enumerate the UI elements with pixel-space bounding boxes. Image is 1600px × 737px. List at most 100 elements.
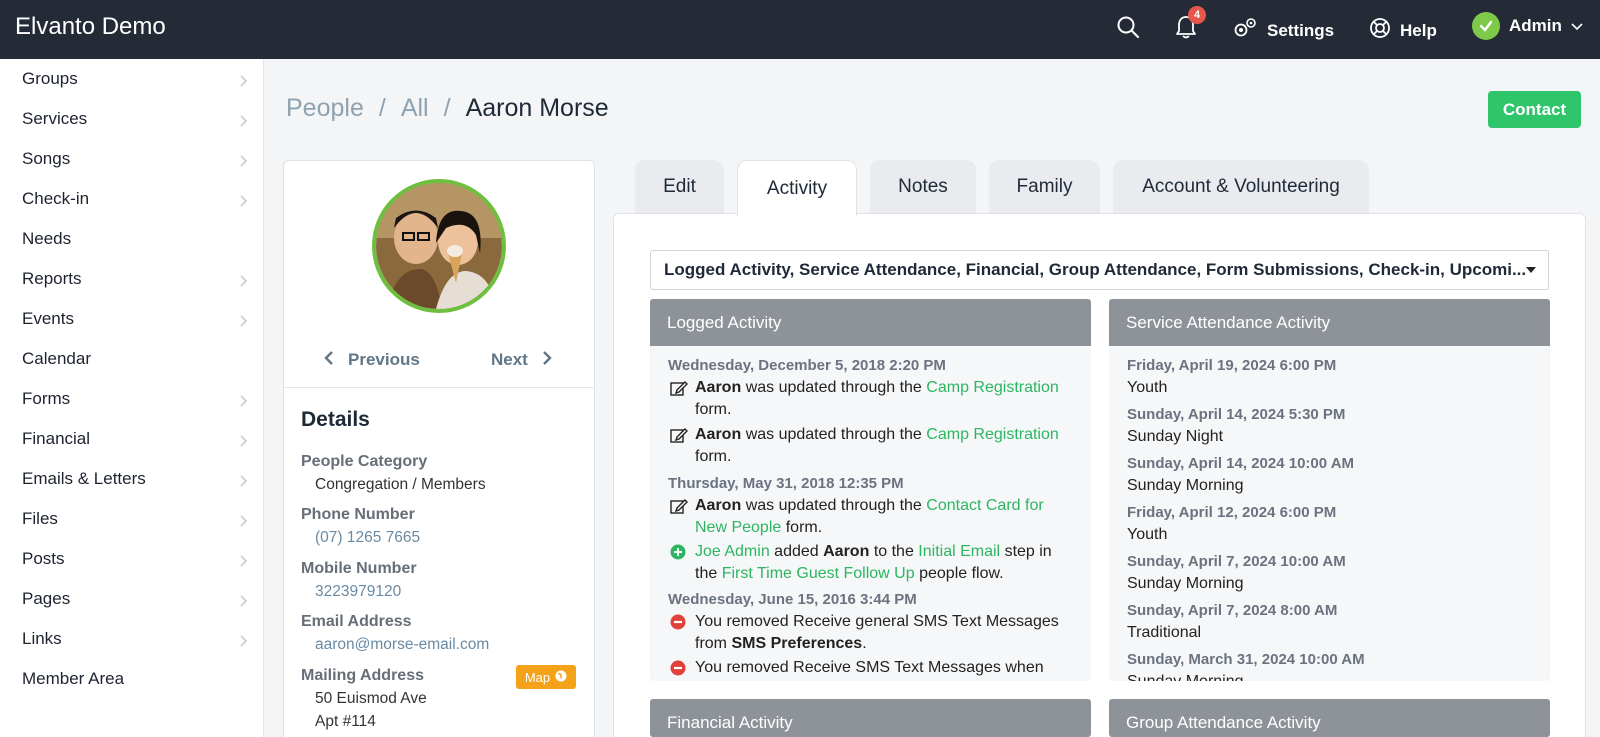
details-title: Details xyxy=(301,408,370,431)
plus-circle-icon xyxy=(670,544,686,565)
sidebar-item-forms[interactable]: Forms xyxy=(0,379,264,419)
camp-registration-link[interactable]: Camp Registration xyxy=(926,379,1059,396)
chevron-right-icon xyxy=(240,192,248,212)
sidebar-item-events[interactable]: Events xyxy=(0,299,264,339)
activity-line: from SMS Preferences. xyxy=(695,635,867,652)
sidebar-item-needs[interactable]: Needs xyxy=(0,219,264,259)
sidebar-item-label: Pages xyxy=(22,589,71,608)
settings-menu[interactable]: Settings xyxy=(1232,17,1334,44)
breadcrumb-people[interactable]: People xyxy=(286,94,364,123)
user-avatar xyxy=(1472,12,1500,40)
sidebar-item-calendar[interactable]: Calendar xyxy=(0,339,264,379)
next-button[interactable]: Next xyxy=(491,350,552,370)
sidebar-item-label: Events xyxy=(22,309,74,328)
sidebar-item-financial[interactable]: Financial xyxy=(0,419,264,459)
sidebar-item-reports[interactable]: Reports xyxy=(0,259,264,299)
financial-activity-panel: Financial Activity xyxy=(650,699,1091,737)
search-icon[interactable] xyxy=(1116,15,1140,44)
chevron-left-icon xyxy=(324,350,334,370)
sidebar-item-files[interactable]: Files xyxy=(0,499,264,539)
sidebar-item-emails-letters[interactable]: Emails & Letters xyxy=(0,459,264,499)
sidebar-item-label: Files xyxy=(22,509,58,528)
sidebar-item-label: Calendar xyxy=(22,349,91,368)
chevron-right-icon xyxy=(240,432,248,452)
activity-line: Aaron was updated through the Camp Regis… xyxy=(695,426,1059,443)
service-name: Youth xyxy=(1127,526,1168,543)
sidebar-item-label: Check-in xyxy=(22,189,90,208)
chevron-right-icon xyxy=(240,272,248,292)
logged-activity-list[interactable]: Wednesday, December 5, 2018 2:20 PM Aaro… xyxy=(650,346,1091,681)
tab-family[interactable]: Family xyxy=(989,160,1100,214)
sidebar-item-songs[interactable]: Songs xyxy=(0,139,264,179)
divider xyxy=(284,387,594,388)
sidebar-item-services[interactable]: Services xyxy=(0,99,264,139)
logged-activity-panel: Logged Activity Wednesday, December 5, 2… xyxy=(650,299,1091,681)
edit-icon xyxy=(670,427,688,448)
edit-icon xyxy=(670,380,688,401)
user-menu[interactable]: Admin xyxy=(1472,12,1583,40)
chevron-right-icon xyxy=(240,512,248,532)
camp-registration-link[interactable]: Camp Registration xyxy=(926,426,1059,443)
previous-button[interactable]: Previous xyxy=(324,350,420,370)
sidebar-item-label: Financial xyxy=(22,429,91,448)
edit-icon xyxy=(670,498,688,519)
help-label: Help xyxy=(1400,20,1437,40)
initial-email-link[interactable]: Initial Email xyxy=(918,543,1000,560)
sidebar-item-groups[interactable]: Groups xyxy=(0,59,264,99)
group-attendance-panel: Group Attendance Activity xyxy=(1109,699,1550,737)
sidebar-item-links[interactable]: Links xyxy=(0,619,264,659)
breadcrumb-separator: / xyxy=(443,94,451,122)
activity-line: form. xyxy=(695,448,732,465)
contact-button[interactable]: Contact xyxy=(1488,91,1581,128)
notification-badge: 4 xyxy=(1188,6,1206,24)
contact-card-link[interactable]: Contact Card for xyxy=(926,497,1043,514)
people-category-value: Congregation / Members xyxy=(315,476,486,493)
mobile-number-label: Mobile Number xyxy=(301,560,417,577)
first-time-guest-link[interactable]: First Time Guest Follow Up xyxy=(722,565,915,582)
activity-line: Aaron was updated through the Contact Ca… xyxy=(695,497,1044,514)
chevron-down-icon xyxy=(1571,16,1583,36)
chevron-right-icon xyxy=(240,392,248,412)
joe-admin-link[interactable]: Joe Admin xyxy=(695,543,770,560)
sidebar-item-member-area[interactable]: Member Area xyxy=(0,659,264,699)
financial-activity-title: Financial Activity xyxy=(650,699,1091,737)
phone-number-value[interactable]: (07) 1265 7665 xyxy=(315,529,420,547)
email-address-value[interactable]: aaron@morse-email.com xyxy=(315,636,489,654)
profile-card: Previous Next Details People Category Co… xyxy=(283,160,595,737)
help-menu[interactable]: Help xyxy=(1369,17,1437,44)
activity-date: Wednesday, June 15, 2016 3:44 PM xyxy=(668,591,917,608)
breadcrumb: People / All / Aaron Morse xyxy=(286,94,609,123)
breadcrumb-all[interactable]: All xyxy=(401,94,429,123)
tab-edit[interactable]: Edit xyxy=(635,160,724,214)
activity-line: Aaron was updated through the Camp Regis… xyxy=(695,379,1059,396)
tab-account-volunteering[interactable]: Account & Volunteering xyxy=(1113,160,1369,214)
service-name: Sunday Morning xyxy=(1127,477,1244,494)
mailing-address-label: Mailing Address xyxy=(301,667,424,684)
sidebar-item-posts[interactable]: Posts xyxy=(0,539,264,579)
tab-activity[interactable]: Activity xyxy=(737,160,857,216)
chevron-right-icon xyxy=(240,152,248,172)
activity-filter-value: Logged Activity, Service Attendance, Fin… xyxy=(664,260,1527,279)
chevron-right-icon xyxy=(240,552,248,572)
caret-down-icon xyxy=(1526,267,1536,273)
tab-notes[interactable]: Notes xyxy=(870,160,976,214)
map-label: Map xyxy=(524,669,551,685)
mailing-address-line1: 50 Euismod Ave xyxy=(315,690,427,707)
app-title[interactable]: Elvanto Demo xyxy=(15,13,166,41)
chevron-right-icon xyxy=(240,72,248,92)
sidebar-item-pages[interactable]: Pages xyxy=(0,579,264,619)
activity-date: Wednesday, December 5, 2018 2:20 PM xyxy=(668,357,946,374)
settings-label: Settings xyxy=(1267,20,1335,40)
chevron-right-icon xyxy=(240,472,248,492)
map-button[interactable]: Map xyxy=(516,665,576,689)
service-attendance-list[interactable]: Friday, April 19, 2024 6:00 PM Youth Sun… xyxy=(1109,346,1550,681)
activity-filter-select[interactable]: Logged Activity, Service Attendance, Fin… xyxy=(650,250,1549,290)
new-people-link[interactable]: New People xyxy=(695,519,781,536)
sidebar-item-check-in[interactable]: Check-in xyxy=(0,179,264,219)
minus-circle-icon xyxy=(670,614,686,635)
mobile-number-value[interactable]: 3223979120 xyxy=(315,583,401,601)
page-title: Aaron Morse xyxy=(465,94,609,122)
sidebar: Groups Services Songs Check-in Needs Rep… xyxy=(0,59,264,737)
chevron-right-icon xyxy=(240,312,248,332)
phone-number-label: Phone Number xyxy=(301,506,415,523)
